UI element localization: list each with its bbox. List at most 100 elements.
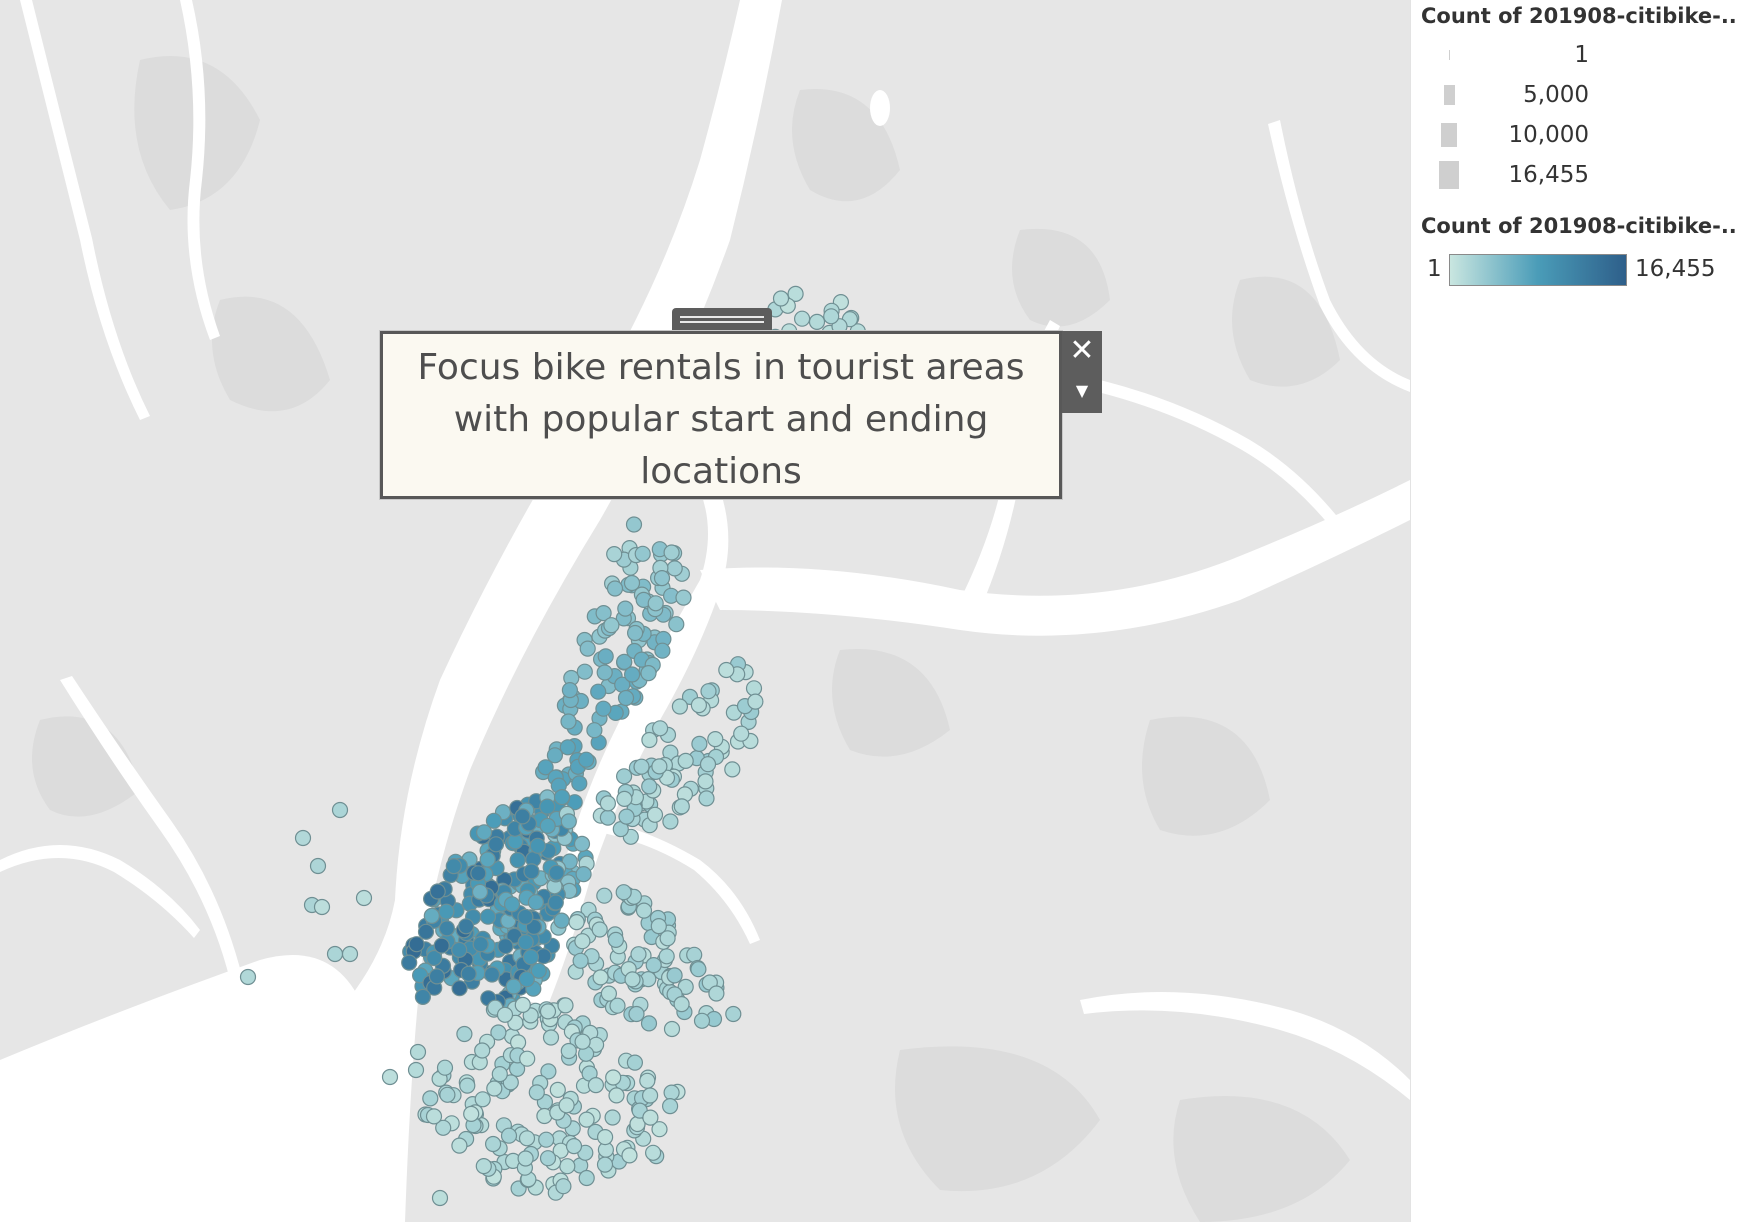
station-marker[interactable]: [417, 923, 435, 940]
station-marker[interactable]: [725, 1005, 742, 1023]
map-view[interactable]: [0, 0, 1410, 1222]
station-marker[interactable]: [574, 1033, 591, 1050]
station-marker[interactable]: [662, 813, 679, 830]
station-marker[interactable]: [708, 985, 725, 1002]
station-marker[interactable]: [691, 735, 708, 753]
station-marker[interactable]: [568, 913, 585, 931]
station-marker[interactable]: [618, 808, 635, 825]
station-marker[interactable]: [485, 812, 502, 829]
station-marker[interactable]: [650, 917, 667, 935]
station-marker[interactable]: [509, 851, 526, 869]
station-marker[interactable]: [673, 995, 690, 1013]
station-marker[interactable]: [615, 884, 632, 901]
station-marker[interactable]: [470, 865, 487, 882]
station-marker[interactable]: [313, 898, 331, 916]
station-marker[interactable]: [661, 1097, 679, 1115]
station-marker[interactable]: [624, 971, 641, 988]
station-marker[interactable]: [747, 693, 764, 710]
station-marker[interactable]: [571, 775, 588, 792]
station-marker[interactable]: [595, 700, 612, 717]
station-marker[interactable]: [496, 1006, 514, 1023]
station-marker[interactable]: [617, 600, 634, 617]
station-marker[interactable]: [539, 1003, 557, 1020]
map-canvas[interactable]: [0, 0, 1410, 1222]
station-marker[interactable]: [654, 642, 671, 659]
station-marker[interactable]: [677, 752, 694, 770]
station-marker[interactable]: [606, 580, 624, 597]
station-marker[interactable]: [560, 1042, 577, 1060]
station-marker[interactable]: [642, 1109, 659, 1126]
station-marker[interactable]: [793, 310, 811, 327]
station-marker[interactable]: [609, 997, 626, 1014]
station-marker[interactable]: [596, 1128, 614, 1146]
station-marker[interactable]: [483, 966, 501, 983]
station-marker[interactable]: [579, 640, 596, 657]
station-marker[interactable]: [451, 941, 468, 959]
station-marker[interactable]: [808, 313, 826, 330]
station-marker[interactable]: [409, 1043, 427, 1061]
station-marker[interactable]: [572, 952, 589, 969]
station-marker[interactable]: [451, 1137, 468, 1154]
station-marker[interactable]: [651, 720, 669, 737]
station-marker[interactable]: [523, 863, 540, 880]
station-marker[interactable]: [596, 1156, 614, 1173]
station-marker[interactable]: [428, 968, 445, 985]
station-marker[interactable]: [700, 683, 717, 700]
station-marker[interactable]: [436, 1059, 454, 1076]
station-marker[interactable]: [529, 837, 546, 854]
station-marker[interactable]: [423, 907, 440, 925]
station-marker[interactable]: [451, 980, 468, 997]
station-marker[interactable]: [658, 948, 675, 965]
station-marker[interactable]: [341, 945, 359, 963]
station-marker[interactable]: [463, 1105, 480, 1123]
station-marker[interactable]: [517, 934, 534, 951]
station-marker[interactable]: [596, 664, 613, 681]
station-marker[interactable]: [239, 968, 257, 986]
station-marker[interactable]: [675, 589, 692, 606]
station-marker[interactable]: [439, 1086, 456, 1103]
station-marker[interactable]: [653, 569, 671, 587]
station-marker[interactable]: [651, 758, 668, 775]
station-marker[interactable]: [518, 971, 535, 988]
station-marker[interactable]: [724, 761, 741, 778]
station-marker[interactable]: [561, 681, 579, 699]
station-marker[interactable]: [460, 965, 477, 982]
station-marker[interactable]: [558, 1097, 575, 1114]
station-marker[interactable]: [431, 1189, 449, 1207]
station-marker[interactable]: [522, 948, 540, 966]
station-marker[interactable]: [690, 961, 707, 978]
station-marker[interactable]: [294, 829, 312, 847]
station-marker[interactable]: [641, 778, 658, 795]
station-marker[interactable]: [575, 865, 592, 883]
station-marker[interactable]: [707, 730, 724, 748]
station-marker[interactable]: [407, 1061, 425, 1079]
station-marker[interactable]: [578, 1111, 595, 1128]
station-marker[interactable]: [539, 1150, 557, 1167]
station-marker[interactable]: [474, 1091, 491, 1108]
caret-down-icon[interactable]: ▼: [1062, 373, 1102, 409]
station-marker[interactable]: [666, 560, 683, 577]
station-marker[interactable]: [573, 835, 591, 853]
station-marker[interactable]: [697, 773, 714, 790]
station-marker[interactable]: [666, 967, 683, 984]
station-marker[interactable]: [641, 731, 658, 749]
station-marker[interactable]: [578, 751, 595, 768]
station-marker[interactable]: [646, 806, 664, 823]
station-marker[interactable]: [647, 595, 664, 612]
station-marker[interactable]: [616, 790, 633, 808]
station-marker[interactable]: [546, 747, 564, 764]
station-marker[interactable]: [608, 1087, 625, 1104]
station-marker[interactable]: [698, 790, 715, 807]
station-marker[interactable]: [607, 931, 625, 949]
station-marker[interactable]: [693, 1012, 711, 1029]
station-marker[interactable]: [539, 798, 556, 815]
station-marker[interactable]: [641, 1087, 659, 1104]
station-marker[interactable]: [671, 698, 689, 715]
station-marker[interactable]: [590, 683, 607, 700]
station-marker[interactable]: [559, 1158, 576, 1175]
station-marker[interactable]: [538, 1131, 555, 1148]
station-marker[interactable]: [686, 946, 703, 963]
station-marker[interactable]: [474, 1042, 491, 1059]
station-marker[interactable]: [326, 945, 344, 963]
station-marker[interactable]: [518, 1130, 536, 1147]
